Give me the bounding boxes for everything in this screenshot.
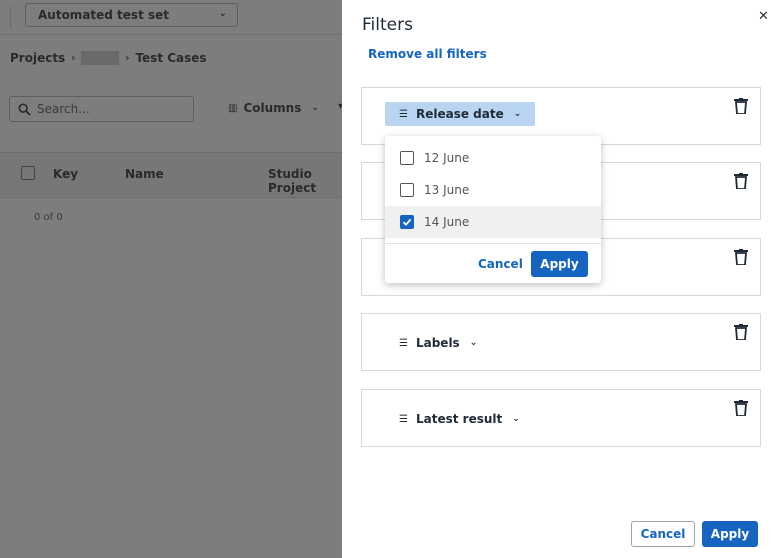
panel-title: Filters xyxy=(362,15,413,35)
column-header-key[interactable]: Key xyxy=(53,167,78,181)
search-placeholder: Search... xyxy=(37,102,90,116)
filter-chip-release-date[interactable]: ☰ Release date ⌄ xyxy=(385,102,536,126)
breadcrumb: Projects › › Test Cases xyxy=(10,51,207,65)
trash-icon[interactable] xyxy=(734,400,748,416)
trash-icon[interactable] xyxy=(734,173,748,189)
search-icon xyxy=(18,102,31,116)
test-set-select-label: Automated test set xyxy=(38,8,170,22)
filter-icon: ☰ xyxy=(399,337,408,349)
top-bar: Automated test set ⌄ xyxy=(0,0,342,35)
background-page: Automated test set ⌄ Projects › › Test C… xyxy=(0,0,343,558)
breadcrumb-redacted[interactable] xyxy=(81,51,120,65)
checkbox-icon[interactable] xyxy=(400,183,414,197)
chevron-down-icon: ⌄ xyxy=(311,103,319,113)
columns-button[interactable]: ▥ Columns ⌄ xyxy=(228,101,319,115)
dropdown-cancel-button[interactable]: Cancel xyxy=(478,257,523,271)
close-icon[interactable]: ✕ xyxy=(758,9,769,24)
filter-chip-labels[interactable]: ☰ Labels ⌄ xyxy=(385,331,491,355)
option-label: 12 June xyxy=(424,151,470,165)
columns-label: Columns xyxy=(243,101,302,115)
checkmark-icon xyxy=(402,218,412,226)
checkbox-icon[interactable] xyxy=(400,151,414,165)
test-set-select[interactable]: Automated test set ⌄ xyxy=(25,3,238,27)
apply-button[interactable]: Apply xyxy=(702,521,758,547)
breadcrumb-projects[interactable]: Projects xyxy=(10,51,65,65)
filter-card: ☰ Labels ⌄ xyxy=(361,313,761,371)
filter-chip-label: Labels xyxy=(415,336,460,350)
dropdown-apply-button[interactable]: Apply xyxy=(531,251,588,277)
chevron-right-icon: › xyxy=(71,52,76,64)
chevron-down-icon: ⌄ xyxy=(513,109,522,119)
filter-card: ☰ Latest result ⌄ xyxy=(361,389,761,447)
chevron-down-icon: ⌄ xyxy=(469,338,478,348)
divider xyxy=(10,6,11,28)
column-header-studio-project[interactable]: Studio Project xyxy=(268,167,342,195)
select-all-checkbox[interactable] xyxy=(21,166,35,180)
option-label: 13 June xyxy=(424,183,470,197)
filter-chip-label: Release date xyxy=(415,107,504,121)
columns-icon: ▥ xyxy=(228,102,238,114)
dropdown-option[interactable]: 14 June xyxy=(385,206,601,238)
option-label: 14 June xyxy=(424,215,470,229)
dropdown-option[interactable]: 13 June xyxy=(385,174,601,206)
trash-icon[interactable] xyxy=(734,324,748,340)
filter-chip-latest-result[interactable]: ☰ Latest result ⌄ xyxy=(385,407,534,431)
filter-chip-label: Latest result xyxy=(415,412,503,426)
checkbox-checked-icon[interactable] xyxy=(400,215,414,229)
filter-icon: ☰ xyxy=(399,413,408,425)
filter-icon: ☰ xyxy=(399,108,408,120)
column-header-name[interactable]: Name xyxy=(125,167,164,181)
cancel-button[interactable]: Cancel xyxy=(631,521,695,547)
release-date-dropdown: 12 June 13 June 14 June Cancel Apply xyxy=(385,136,601,283)
pagination-count: 0 of 0 xyxy=(34,212,63,223)
trash-icon[interactable] xyxy=(734,98,748,114)
dropdown-option[interactable]: 12 June xyxy=(385,142,601,174)
divider xyxy=(385,243,601,244)
chevron-down-icon: ⌄ xyxy=(218,8,227,19)
search-input[interactable]: Search... xyxy=(9,96,194,122)
chevron-right-icon: › xyxy=(125,52,130,64)
trash-icon[interactable] xyxy=(734,249,748,265)
remove-all-filters-link[interactable]: Remove all filters xyxy=(368,47,487,61)
chevron-down-icon: ⌄ xyxy=(512,414,520,424)
breadcrumb-current: Test Cases xyxy=(135,51,207,65)
